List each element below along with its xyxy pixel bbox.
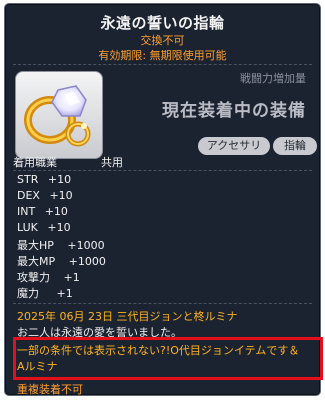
inscription-date: 2025年 06月 23日 三代目ジョンと柊ルミナ: [17, 310, 238, 323]
wedding-ring-icon: [24, 85, 91, 147]
stat-value: +10: [49, 189, 73, 202]
stat-value: +10: [44, 205, 68, 218]
stat-name: STR: [17, 173, 39, 186]
item-tooltip: 永遠の誓いの指輪 交換不可 有効期限: 無期限使用可能 戦闘力増加量 現在装着中…: [4, 3, 323, 396]
stat-value: +1: [56, 287, 73, 300]
tag-ring: 指輪: [273, 137, 317, 155]
stat-value: +10: [47, 173, 72, 186]
stat-row: 魔力 +1: [17, 285, 73, 301]
equipped-label: 現在装着中の装備: [162, 101, 306, 121]
stat-row: 最大HP +1000: [17, 237, 105, 253]
stat-row: 攻撃力 +1: [17, 269, 80, 285]
tag-accessory: アクセサリ: [198, 137, 270, 155]
job-label: 着用職業: [13, 156, 57, 169]
stat-name: 最大HP: [17, 239, 54, 252]
stat-name: 魔力: [17, 287, 39, 300]
stat-row: STR +10: [17, 173, 71, 186]
stat-row: DEX +10: [17, 189, 73, 202]
expiry-text: 有効期限: 無期限使用可能: [98, 49, 227, 62]
stat-value: +1000: [68, 255, 106, 268]
divider: [13, 170, 312, 171]
stat-row: INT +10: [17, 205, 68, 218]
job-value: 共用: [101, 156, 123, 169]
item-name: 永遠の誓いの指輪: [100, 14, 225, 32]
item-icon-frame: [15, 71, 103, 159]
stat-name: 最大MP: [17, 255, 56, 268]
duplicate-rule: 重複装着不可: [17, 383, 83, 396]
stat-name: LUK: [17, 221, 38, 234]
note-line-2: Aルミナ: [17, 360, 58, 373]
stat-name: INT: [17, 205, 36, 218]
stat-row: LUK +10: [17, 221, 71, 234]
trade-status: 交換不可: [140, 34, 185, 47]
stat-value: +10: [47, 221, 71, 234]
stat-value: +1: [63, 271, 80, 284]
note-line-1: 一部の条件では表示されない?!O代目ジョンイテムです＆: [17, 344, 300, 357]
divider: [13, 303, 312, 304]
stat-value: +1000: [67, 239, 105, 252]
divider: [13, 64, 312, 65]
attack-increase-label: 戦闘力増加量: [240, 72, 306, 85]
stat-name: DEX: [17, 189, 40, 202]
stat-name: 攻撃力: [17, 271, 50, 284]
stat-row: 最大MP +1000: [17, 253, 106, 269]
